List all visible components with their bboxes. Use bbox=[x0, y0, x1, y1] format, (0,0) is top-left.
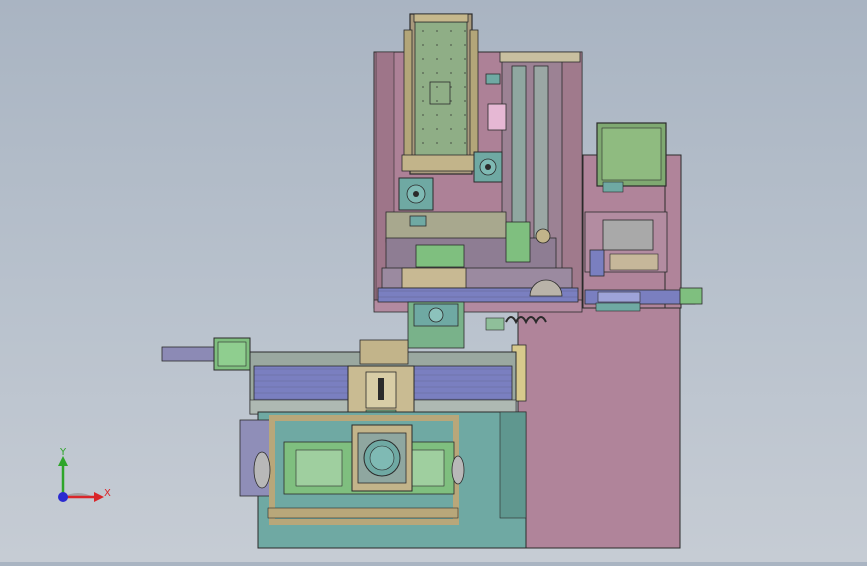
y-axis-label: Y bbox=[59, 447, 67, 458]
x-axis-arrowhead bbox=[94, 492, 104, 502]
x-axis-label: X bbox=[104, 488, 111, 499]
side-slide-unit bbox=[584, 211, 668, 277]
motor-block-upper bbox=[473, 151, 503, 183]
coordinate-triad: Y X bbox=[58, 447, 111, 502]
vertical-actuator-housing bbox=[401, 13, 483, 175]
x-axis-servo-motor bbox=[161, 337, 251, 371]
motor-block-left bbox=[398, 177, 434, 211]
cad-assembly-drawing: Y X bbox=[58, 13, 703, 549]
electronics-module bbox=[596, 122, 667, 193]
z-axis-dot bbox=[58, 492, 68, 502]
cad-3d-viewport[interactable]: Y X bbox=[0, 0, 867, 562]
